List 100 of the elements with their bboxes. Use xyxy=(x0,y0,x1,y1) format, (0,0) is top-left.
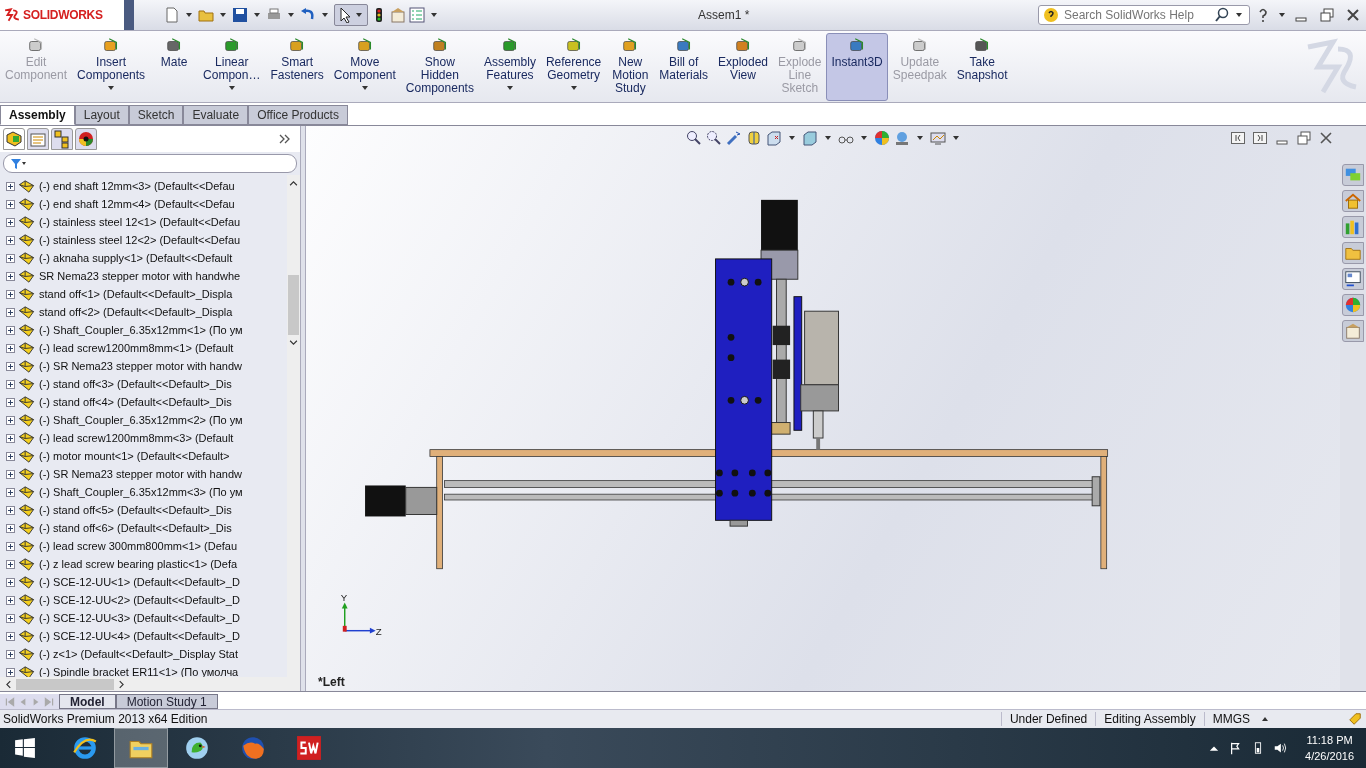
zoom-icon[interactable] xyxy=(686,130,702,146)
expand-toggle[interactable] xyxy=(6,487,15,497)
home-icon[interactable] xyxy=(1342,190,1364,212)
component-label[interactable]: (-) z lead screw bearing plastic<1> (Defa xyxy=(39,558,238,570)
filter-icon[interactable] xyxy=(10,157,26,170)
expand-toggle[interactable] xyxy=(6,379,15,389)
clock-date[interactable]: 4/26/2016 xyxy=(1305,748,1354,764)
component-label[interactable]: (-) aknaha supply<1> (Default<<Default xyxy=(39,252,233,264)
caret-icon[interactable] xyxy=(108,86,115,90)
ribbon-button[interactable]: Reference Geometry xyxy=(540,33,607,101)
display-style-icon[interactable] xyxy=(802,130,818,146)
new-document-icon[interactable] xyxy=(164,7,180,23)
expand-toggle[interactable] xyxy=(6,667,15,677)
expand-toggle[interactable] xyxy=(6,199,15,209)
component-label[interactable]: (-) Shaft_Coupler_6.35x12mm<1> (По ум xyxy=(39,324,243,336)
expand-toggle[interactable] xyxy=(6,505,15,515)
checklist-icon[interactable] xyxy=(409,7,425,23)
expand-toggle[interactable] xyxy=(6,469,15,479)
expand-toggle[interactable] xyxy=(6,559,15,569)
ribbon-button[interactable]: Bill of Materials xyxy=(654,33,713,101)
scroll-up-icon[interactable] xyxy=(289,179,298,187)
caret-icon[interactable] xyxy=(361,86,368,90)
command-tab[interactable]: Assembly xyxy=(0,105,75,125)
expand-toggle[interactable] xyxy=(6,649,15,659)
configuration-tab-icon[interactable] xyxy=(51,128,73,150)
component-label[interactable]: (-) stand off<6> (Default<<Default>_Dis xyxy=(39,522,232,534)
expand-toggle[interactable] xyxy=(6,415,15,425)
component-label[interactable]: (-) SR Nema23 stepper motor with handw xyxy=(39,468,242,480)
command-tab[interactable]: Office Products xyxy=(248,105,348,125)
command-tab[interactable]: Layout xyxy=(74,105,129,125)
component-label[interactable]: (-) lead screw1200mm8mm<1> (Default xyxy=(39,342,234,354)
model-tab[interactable]: Model xyxy=(59,694,116,709)
view-palette-icon[interactable] xyxy=(1342,268,1364,290)
expand-toggle[interactable] xyxy=(6,181,15,191)
folder-icon[interactable] xyxy=(198,7,214,23)
expand-toggle[interactable] xyxy=(6,451,15,461)
graphics-viewport[interactable]: Y Z *Left xyxy=(306,126,1340,691)
component-label[interactable]: (-) stand off<3> (Default<<Default>_Dis xyxy=(39,378,232,390)
component-label[interactable]: (-) end shaft 12mm<3> (Default<<Defau xyxy=(39,180,235,192)
component-label[interactable]: (-) stand off<5> (Default<<Default>_Dis xyxy=(39,504,232,516)
expand-toggle[interactable] xyxy=(6,631,15,641)
expand-toggle[interactable] xyxy=(6,217,15,227)
expand-toggle[interactable] xyxy=(6,307,15,317)
component-label[interactable]: (-) SCE-12-UU<2> (Default<<Default>_D xyxy=(39,594,240,606)
speaker-icon[interactable] xyxy=(1273,741,1288,755)
component-label[interactable]: stand off<1> (Default<<Default>_Displa xyxy=(39,288,233,300)
expand-toggle[interactable] xyxy=(6,271,15,281)
tile-right-icon[interactable] xyxy=(1252,130,1268,146)
tag-icon[interactable] xyxy=(1348,712,1362,726)
expand-toggle[interactable] xyxy=(6,253,15,263)
component-label[interactable]: (-) z<1> (Default<<Default>_Display Stat xyxy=(39,648,238,660)
caret-icon[interactable] xyxy=(825,136,831,140)
ribbon-button[interactable]: Linear Compon… xyxy=(198,33,266,101)
expand-toggle[interactable] xyxy=(6,577,15,587)
appearance-ball-icon[interactable] xyxy=(874,130,890,146)
ribbon-button[interactable]: Move Component xyxy=(328,33,401,101)
ribbon-button[interactable]: Assembly Features xyxy=(478,33,541,101)
view-orientation-icon[interactable] xyxy=(766,130,782,146)
expand-toggle[interactable] xyxy=(6,361,15,371)
previous-view-icon[interactable] xyxy=(726,130,742,146)
expand-toggle[interactable] xyxy=(6,235,15,245)
command-tab[interactable]: Sketch xyxy=(128,105,184,125)
expand-toggle[interactable] xyxy=(6,541,15,551)
component-label[interactable]: (-) SCE-12-UU<4> (Default<<Default>_D xyxy=(39,630,240,642)
component-label[interactable]: (-) stainless steel 12<2> (Default<<Defau xyxy=(39,234,241,246)
expand-toggle[interactable] xyxy=(6,343,15,353)
expand-toggle[interactable] xyxy=(6,595,15,605)
section-view-icon[interactable] xyxy=(746,130,762,146)
caret-icon[interactable] xyxy=(917,136,923,140)
appearance-tab-icon[interactable] xyxy=(75,128,97,150)
caret-icon[interactable] xyxy=(506,86,513,90)
ribbon-button[interactable]: Insert Components xyxy=(72,33,151,101)
scrollbar-thumb[interactable] xyxy=(16,678,114,690)
expand-toggle[interactable] xyxy=(6,397,15,407)
ribbon-button[interactable]: New Motion Study xyxy=(606,33,655,101)
scene-icon[interactable] xyxy=(894,130,910,146)
component-label[interactable]: (-) stand off<4> (Default<<Default>_Dis xyxy=(39,396,232,408)
caret-icon[interactable] xyxy=(322,13,328,17)
caret-icon[interactable] xyxy=(288,13,294,17)
component-label[interactable]: (-) SCE-12-UU<3> (Default<<Default>_D xyxy=(39,612,240,624)
caret-icon[interactable] xyxy=(861,136,867,140)
ribbon-button[interactable]: Smart Fasteners xyxy=(265,33,329,101)
component-label[interactable]: (-) stainless steel 12<1> (Default<<Defau xyxy=(39,216,241,228)
component-label[interactable]: (-) motor mount<1> (Default<<Default> xyxy=(39,450,230,462)
scrollbar-thumb[interactable] xyxy=(288,275,299,335)
restore-icon[interactable] xyxy=(1296,130,1312,146)
tree-tab-icon[interactable] xyxy=(3,128,25,150)
ribbon-button[interactable]: Take Snapshot xyxy=(951,33,1013,101)
caret-icon[interactable] xyxy=(1279,13,1285,17)
start-icon[interactable] xyxy=(14,737,36,759)
component-label[interactable]: (-) Shaft_Coupler_6.35x12mm<2> (По ум xyxy=(39,414,243,426)
caret-icon[interactable] xyxy=(228,86,235,90)
caret-icon[interactable] xyxy=(254,13,260,17)
model-tab[interactable]: Motion Study 1 xyxy=(115,694,218,709)
component-label[interactable]: (-) SCE-12-UU<1> (Default<<Default>_D xyxy=(39,576,240,588)
close-icon[interactable] xyxy=(1345,7,1361,23)
scroll-right-icon[interactable] xyxy=(118,679,126,689)
close-icon[interactable] xyxy=(1318,130,1334,146)
component-label[interactable]: stand off<2> (Default<<Default>_Displa xyxy=(39,306,233,318)
caret-icon[interactable] xyxy=(220,13,226,17)
